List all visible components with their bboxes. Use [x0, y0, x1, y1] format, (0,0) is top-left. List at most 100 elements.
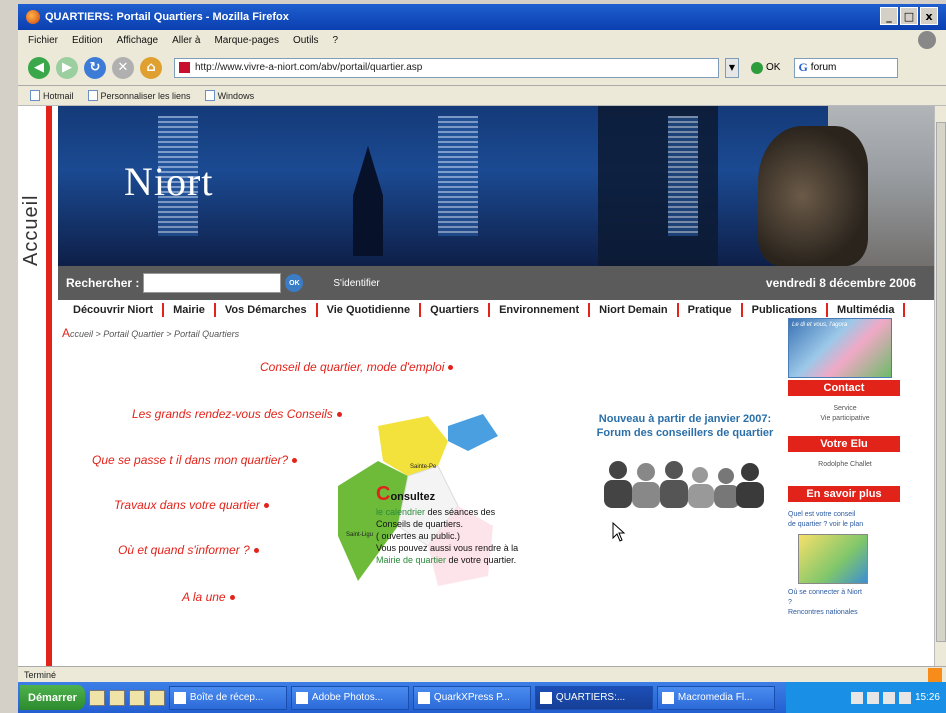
rss-icon[interactable]	[928, 668, 942, 682]
menu-aller[interactable]: Aller à	[172, 35, 200, 46]
google-icon: G	[798, 60, 808, 74]
scrollbar-thumb[interactable]	[936, 122, 946, 642]
task-mail[interactable]: Boîte de récep...	[168, 685, 287, 710]
link-rencontres-nationales[interactable]: Rencontres nationales	[788, 608, 902, 618]
windows-taskbar: Démarrer Boîte de récep... Adobe Photos.…	[18, 682, 946, 713]
task-flash[interactable]: Macromedia Fl...	[656, 685, 775, 710]
tray-icon[interactable]	[898, 691, 911, 704]
calendrier-link[interactable]: le calendrier	[376, 507, 425, 517]
accueil-label: Accueil	[20, 194, 42, 266]
tray-icon[interactable]	[850, 691, 863, 704]
bookmark-page-icon	[30, 90, 40, 101]
mairie-quartier-link[interactable]: Mairie de quartier	[376, 555, 446, 565]
stop-icon[interactable]: ✕	[112, 56, 134, 79]
task-photoshop[interactable]: Adobe Photos...	[290, 685, 409, 710]
nav-vie-quotidienne[interactable]: Vie Quotidienne	[318, 303, 422, 317]
menu-aide[interactable]: ?	[333, 35, 339, 46]
task-firefox[interactable]: QUARTIERS:...	[534, 685, 653, 710]
link-a-la-une[interactable]: A la une	[182, 590, 235, 604]
address-bar[interactable]: http://www.vivre-a-niort.com/abv/portail…	[174, 57, 719, 78]
search-engine-box[interactable]: G forum	[794, 57, 899, 78]
nav-niort-demain[interactable]: Niort Demain	[590, 303, 679, 317]
nav-environnement[interactable]: Environnement	[490, 303, 591, 317]
forward-arrow-icon[interactable]: ▶	[56, 56, 78, 79]
link-conseil-mode-emploi[interactable]: Conseil de quartier, mode d'emploi	[260, 360, 454, 374]
minimize-button[interactable]: _	[880, 7, 898, 25]
window-titlebar[interactable]: QUARTIERS: Portail Quartiers - Mozilla F…	[18, 4, 946, 30]
clock[interactable]: 15:26	[915, 692, 940, 703]
banner-lights	[438, 116, 478, 236]
page-viewport: Accueil Niort Rechercher : OK S'identifi…	[18, 106, 934, 666]
consultez-title: onsultez	[390, 491, 436, 503]
search-ok-button[interactable]: OK	[285, 274, 304, 292]
address-bar-url: http://www.vivre-a-niort.com/abv/portail…	[195, 62, 423, 73]
task-label: Macromedia Fl...	[677, 692, 753, 703]
quicklaunch-icon[interactable]	[88, 689, 105, 706]
nav-publications[interactable]: Publications	[743, 303, 829, 317]
site-search-input[interactable]	[143, 273, 282, 293]
mini-map-thumbnail[interactable]	[798, 534, 868, 584]
close-button[interactable]: x	[920, 7, 938, 25]
contact-service[interactable]: Service Vie participative	[788, 404, 902, 424]
nav-vos-demarches[interactable]: Vos Démarches	[216, 303, 318, 317]
quicklaunch-icon[interactable]	[128, 689, 145, 706]
menu-fichier[interactable]: Fichier	[28, 35, 58, 46]
tray-icon[interactable]	[882, 691, 895, 704]
nav-pratique[interactable]: Pratique	[679, 303, 743, 317]
link-quel-conseil-line2: de quartier ? voir le plan	[788, 521, 864, 528]
system-tray: 15:26	[786, 682, 946, 713]
agora-caption: Le di et vous, l'agora	[792, 322, 848, 328]
task-label: Adobe Photos...	[311, 692, 384, 703]
back-arrow-icon[interactable]: ◀	[28, 56, 50, 79]
bookmark-personnaliser[interactable]: Personnaliser les liens	[87, 90, 191, 101]
menu-marque-pages[interactable]: Marque-pages	[214, 35, 278, 46]
forum-announcement[interactable]: Nouveau à partir de janvier 2007: Forum …	[580, 412, 790, 440]
agora-thumbnail[interactable]: Le di et vous, l'agora	[788, 318, 892, 378]
address-dropdown-icon[interactable]: ▼	[725, 57, 739, 78]
contact-service-line1: Service	[833, 405, 857, 412]
breadcrumb-path[interactable]: ccueil > Portail Quartier > Portail Quar…	[70, 329, 239, 339]
consultez-line1: des séances des	[425, 507, 496, 517]
nav-quartiers[interactable]: Quartiers	[421, 303, 491, 317]
nav-decouvrir-niort[interactable]: Découvrir Niort	[64, 303, 165, 317]
consultez-line5: de votre quartier.	[446, 555, 517, 565]
start-button[interactable]: Démarrer	[20, 685, 85, 710]
vertical-scrollbar[interactable]	[934, 106, 946, 666]
menu-affichage[interactable]: Affichage	[117, 35, 159, 46]
quicklaunch-icon[interactable]	[108, 689, 125, 706]
contact-header[interactable]: Contact	[788, 380, 900, 396]
link-label: Que se passe t il dans mon quartier?	[92, 453, 289, 467]
menu-edition[interactable]: Edition	[72, 35, 103, 46]
login-link[interactable]: S'identifier	[333, 278, 379, 289]
go-button[interactable]: OK	[751, 61, 780, 74]
firefox-icon	[539, 691, 552, 704]
link-ou-se-connecter[interactable]: Où se connecter à Niort?	[788, 588, 902, 608]
nav-mairie[interactable]: Mairie	[164, 303, 216, 317]
people-silhouettes[interactable]	[598, 458, 768, 508]
flash-icon	[661, 691, 674, 704]
contact-service-line2: Vie participative	[820, 415, 870, 422]
maximize-button[interactable]: □	[900, 7, 918, 25]
reload-icon[interactable]: ↻	[84, 56, 106, 79]
nav-multimedia[interactable]: Multimédia	[828, 303, 906, 317]
en-savoir-plus-header[interactable]: En savoir plus	[788, 486, 900, 502]
task-quark[interactable]: QuarkXPress P...	[412, 685, 531, 710]
accueil-sidebar[interactable]: Accueil	[18, 106, 52, 666]
votre-elu-header[interactable]: Votre Elu	[788, 436, 900, 452]
link-travaux[interactable]: Travaux dans votre quartier	[114, 498, 269, 512]
link-quel-conseil[interactable]: Quel est votre conseil de quartier ? voir…	[788, 510, 902, 530]
link-grands-rendez-vous[interactable]: Les grands rendez-vous des Conseils	[132, 407, 342, 421]
niort-logo[interactable]: Niort	[124, 158, 213, 205]
map-zone-est[interactable]	[448, 414, 498, 451]
tray-icon[interactable]	[866, 691, 879, 704]
search-strip: Rechercher : OK S'identifier vendredi 8 …	[58, 266, 934, 300]
menu-outils[interactable]: Outils	[293, 35, 319, 46]
bookmark-windows[interactable]: Windows	[204, 90, 254, 101]
home-icon[interactable]: ⌂	[140, 56, 162, 79]
consultez-block: Consultez le calendrier des séances des …	[376, 483, 576, 566]
bookmark-hotmail[interactable]: Hotmail	[30, 90, 74, 101]
link-ou-quand-informer[interactable]: Où et quand s'informer ?	[118, 543, 259, 557]
elu-name[interactable]: Rodolphe Challet	[788, 460, 902, 470]
quicklaunch-icon[interactable]	[148, 689, 165, 706]
link-que-se-passe[interactable]: Que se passe t il dans mon quartier?	[92, 453, 298, 467]
